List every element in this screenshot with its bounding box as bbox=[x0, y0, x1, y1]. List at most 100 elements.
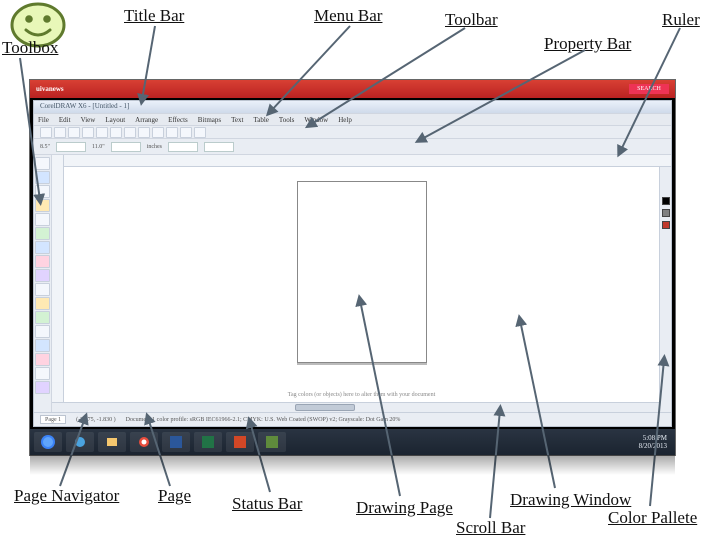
drawing-window[interactable]: Tag colors (or objects) here to alter th… bbox=[52, 155, 671, 412]
tool-zoom[interactable] bbox=[35, 199, 50, 212]
task-item[interactable] bbox=[258, 432, 286, 452]
property-y: 11.0" bbox=[92, 144, 105, 150]
menu-item[interactable]: Window bbox=[304, 116, 328, 124]
label-property-bar: Property Bar bbox=[544, 34, 631, 54]
tool-rectangle[interactable] bbox=[35, 241, 50, 254]
label-page-navigator: Page Navigator bbox=[14, 486, 119, 506]
tool-shape[interactable] bbox=[35, 171, 50, 184]
tool-text[interactable] bbox=[35, 283, 50, 296]
property-x: 8.5" bbox=[40, 144, 50, 150]
label-drawing-window: Drawing Window bbox=[510, 490, 631, 510]
label-scroll-bar: Scroll Bar bbox=[456, 518, 525, 538]
label-menu-bar: Menu Bar bbox=[314, 6, 382, 26]
title-bar: CorelDRAW X6 - [Untitled - 1] bbox=[34, 101, 671, 113]
windows-taskbar: 5:08 PM 8/20/2013 bbox=[30, 429, 675, 455]
property-input[interactable] bbox=[204, 142, 234, 152]
toolbar-button[interactable] bbox=[166, 127, 178, 138]
tool-eyedropper[interactable] bbox=[35, 353, 50, 366]
toolbar-button[interactable] bbox=[110, 127, 122, 138]
menu-item[interactable]: Tools bbox=[279, 116, 294, 124]
tool-ellipse[interactable] bbox=[35, 255, 50, 268]
label-status-bar: Status Bar bbox=[232, 494, 302, 514]
tool-polygon[interactable] bbox=[35, 269, 50, 282]
toolbox bbox=[34, 155, 52, 412]
toolbar-button[interactable] bbox=[68, 127, 80, 138]
menu-item[interactable]: Bitmaps bbox=[198, 116, 221, 124]
corel-icon bbox=[266, 436, 278, 448]
browser-logo: uivanews bbox=[36, 85, 64, 93]
scrollbar-thumb[interactable] bbox=[295, 404, 355, 411]
tool-dimension[interactable] bbox=[35, 311, 50, 324]
toolbar-button[interactable] bbox=[138, 127, 150, 138]
application-screenshot: uivanews SEARCH CorelDRAW X6 - [Untitled… bbox=[30, 80, 675, 455]
menu-item[interactable]: Edit bbox=[59, 116, 71, 124]
label-color-pallete: Color Pallete bbox=[608, 508, 697, 528]
tool-outline[interactable] bbox=[35, 367, 50, 380]
start-button[interactable] bbox=[34, 432, 62, 452]
menu-item[interactable]: View bbox=[81, 116, 96, 124]
palette-swatch[interactable] bbox=[662, 197, 670, 205]
label-toolbox: Toolbox bbox=[2, 38, 58, 58]
browser-search-button[interactable]: SEARCH bbox=[629, 84, 669, 94]
toolbar-button[interactable] bbox=[54, 127, 66, 138]
task-item[interactable] bbox=[162, 432, 190, 452]
horizontal-ruler bbox=[64, 155, 671, 167]
toolbar-button[interactable] bbox=[40, 127, 52, 138]
toolbar-button[interactable] bbox=[194, 127, 206, 138]
document-profile: Document 1 color profile: sRGB IEC61966-… bbox=[126, 417, 401, 423]
tool-connector[interactable] bbox=[35, 325, 50, 338]
browser-header: uivanews SEARCH bbox=[30, 80, 675, 98]
word-icon bbox=[170, 436, 182, 448]
label-title-bar: Title Bar bbox=[124, 6, 184, 26]
vertical-ruler bbox=[52, 155, 64, 412]
tool-interactive[interactable] bbox=[35, 339, 50, 352]
color-palette bbox=[659, 167, 671, 412]
menu-item[interactable]: Text bbox=[231, 116, 243, 124]
task-item[interactable] bbox=[98, 432, 126, 452]
powerpoint-icon bbox=[234, 436, 246, 448]
task-item[interactable] bbox=[226, 432, 254, 452]
excel-icon bbox=[202, 436, 214, 448]
coreldraw-window: CorelDRAW X6 - [Untitled - 1] File Edit … bbox=[33, 100, 672, 427]
toolbar-button[interactable] bbox=[124, 127, 136, 138]
tool-freehand[interactable] bbox=[35, 213, 50, 226]
palette-swatch[interactable] bbox=[662, 221, 670, 229]
task-item[interactable] bbox=[66, 432, 94, 452]
menu-item[interactable]: Layout bbox=[105, 116, 125, 124]
menu-item[interactable]: Table bbox=[253, 116, 268, 124]
tool-crop[interactable] bbox=[35, 185, 50, 198]
toolbar-button[interactable] bbox=[152, 127, 164, 138]
property-input[interactable] bbox=[56, 142, 86, 152]
explorer-icon bbox=[106, 436, 118, 448]
system-tray-clock: 5:08 PM 8/20/2013 bbox=[639, 434, 671, 450]
tool-pick[interactable] bbox=[35, 157, 50, 170]
tool-table[interactable] bbox=[35, 297, 50, 310]
horizontal-scrollbar[interactable] bbox=[52, 402, 659, 412]
menu-item[interactable]: File bbox=[38, 116, 49, 124]
label-drawing-page: Drawing Page bbox=[356, 498, 453, 518]
label-page: Page bbox=[158, 486, 191, 506]
toolbar-button[interactable] bbox=[82, 127, 94, 138]
menu-bar[interactable]: File Edit View Layout Arrange Effects Bi… bbox=[34, 113, 671, 125]
property-input[interactable] bbox=[168, 142, 198, 152]
menu-item[interactable]: Effects bbox=[168, 116, 188, 124]
toolbar-button[interactable] bbox=[180, 127, 192, 138]
task-item[interactable] bbox=[130, 432, 158, 452]
menu-item[interactable]: Help bbox=[338, 116, 352, 124]
menu-item[interactable]: Arrange bbox=[135, 116, 158, 124]
property-input[interactable] bbox=[111, 142, 141, 152]
windows-icon bbox=[40, 434, 56, 450]
task-item[interactable] bbox=[194, 432, 222, 452]
cursor-position: (-3.575, -1.830 ) bbox=[76, 417, 116, 423]
property-units: inches bbox=[147, 144, 162, 150]
label-toolbar: Toolbar bbox=[445, 10, 498, 30]
toolbar-button[interactable] bbox=[96, 127, 108, 138]
drawing-page[interactable] bbox=[297, 181, 427, 363]
palette-swatch[interactable] bbox=[662, 209, 670, 217]
chrome-icon bbox=[138, 436, 150, 448]
tool-smartfill[interactable] bbox=[35, 227, 50, 240]
hint-text: Tag colors (or objects) here to alter th… bbox=[288, 392, 436, 398]
page-navigator-tab[interactable]: Page 1 bbox=[40, 415, 66, 424]
standard-toolbar bbox=[34, 125, 671, 139]
tool-fill[interactable] bbox=[35, 381, 50, 394]
